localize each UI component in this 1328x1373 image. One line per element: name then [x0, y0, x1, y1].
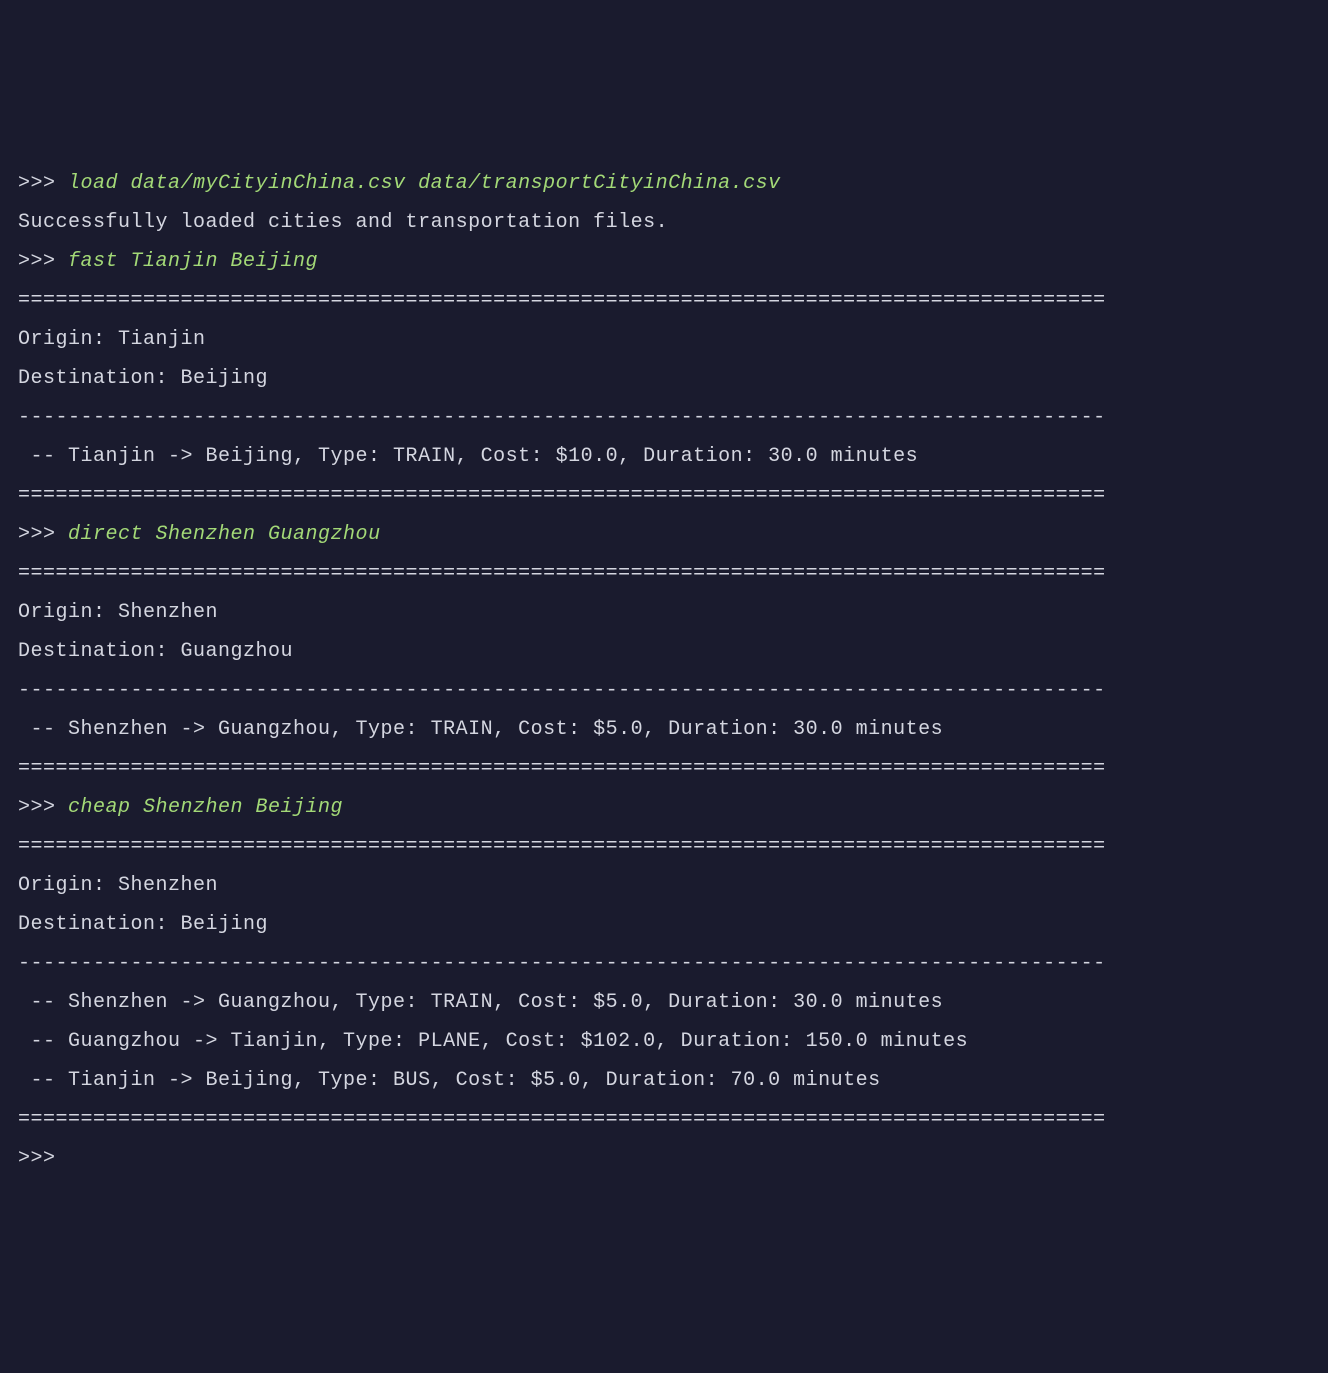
prompt: >>> — [18, 796, 68, 819]
output-destination: Destination: Beijing — [18, 905, 1310, 944]
output-route: -- Tianjin -> Beijing, Type: TRAIN, Cost… — [18, 437, 1310, 476]
prompt: >>> — [18, 1147, 68, 1170]
command-direct: direct Shenzhen Guangzhou — [68, 523, 381, 546]
prompt: >>> — [18, 523, 68, 546]
terminal-line: >>> load data/myCityinChina.csv data/tra… — [18, 164, 1310, 203]
output-route: -- Tianjin -> Beijing, Type: BUS, Cost: … — [18, 1061, 1310, 1100]
terminal-line: >>> cheap Shenzhen Beijing — [18, 788, 1310, 827]
separator-equals: ========================================… — [18, 749, 1310, 788]
separator-equals: ========================================… — [18, 827, 1310, 866]
command-cheap: cheap Shenzhen Beijing — [68, 796, 343, 819]
terminal-line: >>> fast Tianjin Beijing — [18, 242, 1310, 281]
output-origin: Origin: Tianjin — [18, 320, 1310, 359]
output-route: -- Guangzhou -> Tianjin, Type: PLANE, Co… — [18, 1022, 1310, 1061]
output-route: -- Shenzhen -> Guangzhou, Type: TRAIN, C… — [18, 710, 1310, 749]
separator-equals: ========================================… — [18, 476, 1310, 515]
output-route: -- Shenzhen -> Guangzhou, Type: TRAIN, C… — [18, 983, 1310, 1022]
terminal-line[interactable]: >>> — [18, 1139, 1310, 1178]
separator-dash: ----------------------------------------… — [18, 398, 1310, 437]
prompt: >>> — [18, 172, 68, 195]
terminal-line: >>> direct Shenzhen Guangzhou — [18, 515, 1310, 554]
output-destination: Destination: Beijing — [18, 359, 1310, 398]
separator-equals: ========================================… — [18, 554, 1310, 593]
separator-equals: ========================================… — [18, 281, 1310, 320]
command-load: load data/myCityinChina.csv data/transpo… — [68, 172, 781, 195]
command-fast: fast Tianjin Beijing — [68, 250, 318, 273]
separator-equals: ========================================… — [18, 1100, 1310, 1139]
prompt: >>> — [18, 250, 68, 273]
output-origin: Origin: Shenzhen — [18, 866, 1310, 905]
output-line: Successfully loaded cities and transport… — [18, 203, 1310, 242]
separator-dash: ----------------------------------------… — [18, 944, 1310, 983]
output-origin: Origin: Shenzhen — [18, 593, 1310, 632]
separator-dash: ----------------------------------------… — [18, 671, 1310, 710]
output-destination: Destination: Guangzhou — [18, 632, 1310, 671]
